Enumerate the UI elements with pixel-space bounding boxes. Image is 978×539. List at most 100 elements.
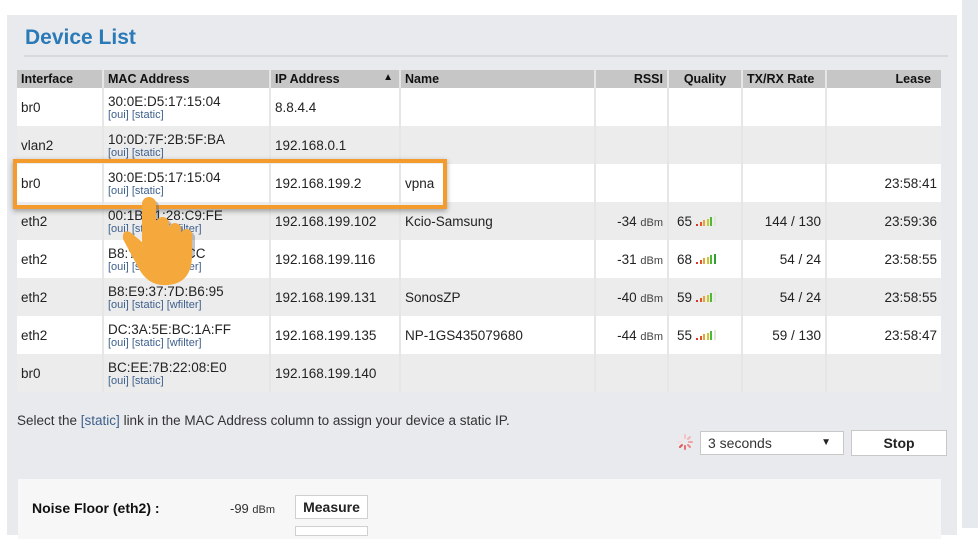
static-link[interactable]: [static]: [132, 147, 164, 159]
signal-bar: [706, 332, 709, 340]
oui-link[interactable]: [oui]: [108, 147, 129, 159]
stop-button[interactable]: Stop: [851, 430, 947, 456]
table-row: br0 BC:EE:7B:22:08:E0 [oui] [static] 192.16…: [17, 354, 941, 392]
cell-ip: 192.168.199.2: [269, 164, 400, 202]
column-header-interface[interactable]: Interface: [17, 70, 103, 88]
oui-link[interactable]: [oui]: [108, 223, 129, 235]
oui-link[interactable]: [oui]: [108, 375, 129, 387]
ip-address: 192.168.199.140: [275, 365, 377, 381]
ip-address: 192.168.199.135: [275, 327, 377, 343]
rssi-unit: dBm: [640, 254, 663, 267]
cell-interface: br0: [17, 354, 103, 392]
cell-name: [399, 88, 595, 126]
quality-value: 65: [677, 213, 693, 229]
table-row: eth2 B8:E9:37:7D:B6:95 [oui] [static] [wfi…: [17, 278, 941, 316]
static-link[interactable]: [static]: [132, 185, 164, 197]
column-header-txrx[interactable]: TX/RX Rate: [741, 70, 826, 88]
mac-links: [oui] [static] [wfilter]: [108, 223, 265, 235]
wfilter-link[interactable]: [wfilter]: [167, 223, 202, 235]
cell-quality: 68: [667, 240, 742, 278]
cell-mac: DC:3A:5E:BC:1A:FF [oui] [static] [wfilter…: [102, 316, 270, 354]
cell-lease: [825, 88, 941, 126]
device-name: NP-1GS435079680: [405, 327, 523, 343]
cell-quality: [667, 164, 742, 202]
rssi-value: -40: [617, 289, 637, 305]
refresh-interval-select[interactable]: 3 seconds ▼: [700, 431, 844, 455]
static-link[interactable]: [static]: [132, 337, 164, 349]
static-link[interactable]: [static]: [132, 223, 164, 235]
hint-static-link[interactable]: [static]: [81, 413, 120, 428]
cell-txrx: [741, 88, 826, 126]
interface-value: eth2: [21, 251, 48, 267]
ip-address: 8.8.4.4: [275, 99, 317, 115]
column-header-mac[interactable]: MAC Address: [102, 70, 270, 88]
cell-mac: BC:EE:7B:22:08:E0 [oui] [static]: [102, 354, 270, 392]
static-link[interactable]: [static]: [132, 299, 164, 311]
wfilter-link[interactable]: [wfilter]: [167, 337, 202, 349]
signal-bar: [706, 294, 709, 302]
column-header-lease[interactable]: Lease: [825, 70, 941, 88]
cell-rssi: [594, 164, 668, 202]
chevron-down-icon: ▼: [821, 437, 831, 448]
ip-address: 192.168.0.1: [275, 137, 347, 153]
interface-value: eth2: [21, 213, 48, 229]
sort-ascending-icon: ▲: [383, 72, 393, 83]
column-header-name[interactable]: Name: [399, 70, 595, 88]
signal-bar: [710, 217, 713, 226]
oui-link[interactable]: [oui]: [108, 337, 129, 349]
column-header-rssi[interactable]: RSSI: [594, 70, 668, 88]
mac-links: [oui] [static]: [108, 375, 265, 387]
mac-address: B8:E9:37:7D:B6:95: [108, 283, 224, 299]
column-header-quality[interactable]: Quality: [667, 70, 742, 88]
cell-rssi: [594, 88, 668, 126]
static-link[interactable]: [static]: [132, 375, 164, 387]
signal-bar: [696, 299, 699, 302]
cell-ip: 192.168.199.116: [269, 240, 400, 278]
oui-link[interactable]: [oui]: [108, 261, 129, 273]
scrollbar-track[interactable]: [962, 0, 978, 528]
interface-value: br0: [21, 175, 41, 191]
static-ip-hint: Select the [static] link in the MAC Addr…: [17, 413, 510, 428]
signal-bar: [703, 296, 706, 302]
wfilter-link[interactable]: [wfilter]: [167, 299, 202, 311]
cell-name: NP-1GS435079680: [399, 316, 595, 354]
device-name: Kcio-Samsung: [405, 213, 493, 229]
rssi-unit: dBm: [640, 330, 663, 343]
signal-strength-icon: [696, 329, 724, 340]
title-divider: [24, 55, 948, 57]
cell-interface: eth2: [17, 316, 103, 354]
lease-time: 23:58:55: [884, 251, 937, 267]
column-header-ip[interactable]: IP Address ▲: [269, 70, 400, 88]
cell-quality: 65: [667, 202, 742, 240]
rssi-unit: dBm: [640, 292, 663, 305]
cell-mac: B8:??:??:7E:CC [oui] [static] [wfilter]: [102, 240, 270, 278]
cell-quality: 59: [667, 278, 742, 316]
cell-rssi: -31 dBm: [594, 240, 668, 278]
oui-link[interactable]: [oui]: [108, 185, 129, 197]
oui-link[interactable]: [oui]: [108, 299, 129, 311]
mac-links: [oui] [static]: [108, 147, 265, 159]
measure-button[interactable]: Measure: [295, 495, 368, 519]
cell-quality: [667, 88, 742, 126]
wfilter-link[interactable]: [wfilter]: [167, 261, 202, 273]
cell-name: SonosZP: [399, 278, 595, 316]
lease-time: 23:58:41: [884, 175, 937, 191]
static-link[interactable]: [static]: [132, 261, 164, 273]
mac-address: DC:3A:5E:BC:1A:FF: [108, 321, 232, 337]
cell-interface: br0: [17, 164, 103, 202]
ip-address: 192.168.199.116: [275, 251, 376, 267]
rssi-unit: dBm: [640, 216, 663, 229]
mac-links: [oui] [static]: [108, 109, 265, 121]
mac-address: BC:EE:7B:22:08:E0: [108, 359, 227, 375]
oui-link[interactable]: [oui]: [108, 109, 129, 121]
mac-address: 00:1B:?1:28:C9:FE: [108, 207, 223, 223]
signal-strength-icon: [696, 215, 724, 226]
interface-value: br0: [21, 365, 41, 381]
mac-links: [oui] [static] [wfilter]: [108, 337, 265, 349]
interface-value: eth2: [21, 289, 48, 305]
static-link[interactable]: [static]: [132, 109, 164, 121]
cell-lease: 23:59:36: [825, 202, 941, 240]
cell-mac: 30:0E:D5:17:15:04 [oui] [static]: [102, 164, 270, 202]
lease-time: 23:59:36: [884, 213, 937, 229]
cell-mac: 00:1B:?1:28:C9:FE [oui] [static] [wfilter…: [102, 202, 270, 240]
